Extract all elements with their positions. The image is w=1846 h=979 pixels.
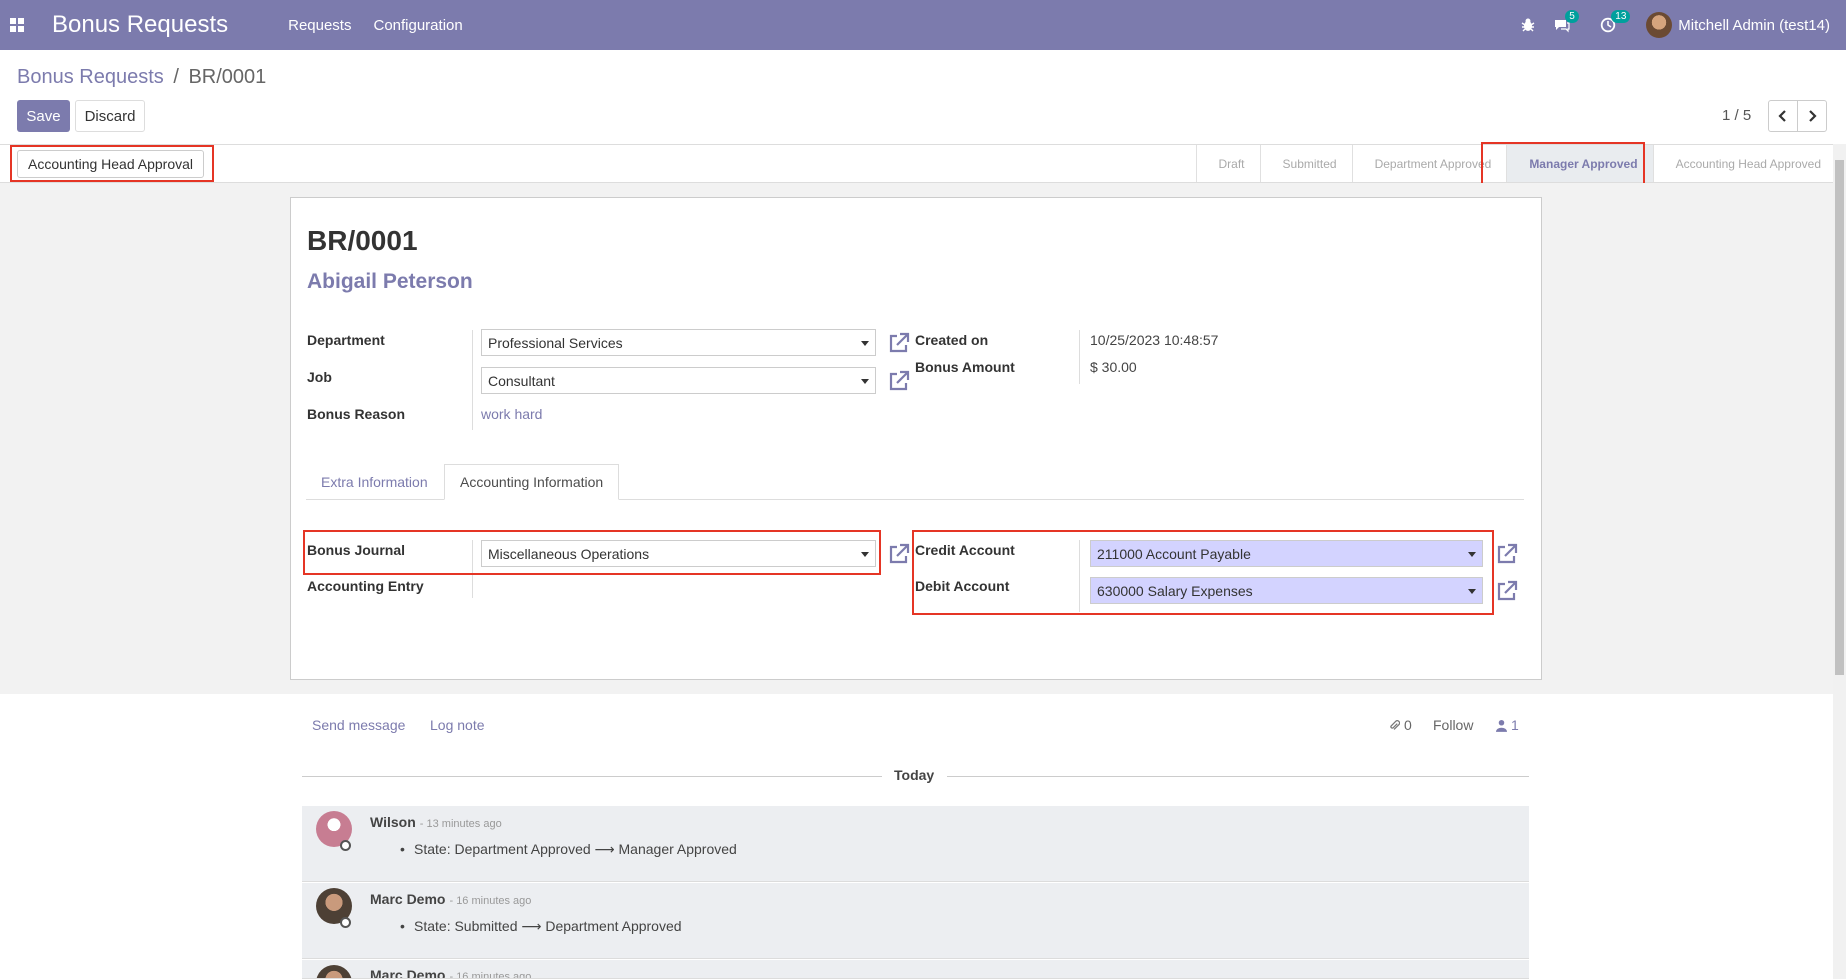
- menu-requests[interactable]: Requests: [288, 17, 351, 34]
- dropdown-caret-icon: [861, 379, 869, 384]
- job-value: Consultant: [488, 373, 555, 389]
- field-separator: [472, 330, 473, 430]
- followers-button[interactable]: 1: [1496, 717, 1519, 733]
- highlight-action-button: [10, 145, 214, 182]
- accounting-entry-label: Accounting Entry: [307, 578, 424, 594]
- stage-submitted[interactable]: Submitted: [1259, 145, 1352, 182]
- scrollbar-thumb[interactable]: [1835, 160, 1844, 675]
- bonus-amount-value: $ 30.00: [1090, 359, 1137, 375]
- message-item: Marc Demo- 16 minutes ago State: Submitt…: [302, 883, 1529, 959]
- save-button[interactable]: Save: [17, 100, 70, 132]
- status-circle-icon: [340, 840, 351, 851]
- user-avatar: [1646, 12, 1673, 38]
- message-item: Wilson- 13 minutes ago State: Department…: [302, 806, 1529, 882]
- external-link-icon[interactable]: [1496, 543, 1518, 565]
- job-select[interactable]: Consultant: [481, 367, 876, 394]
- bonus-amount-label: Bonus Amount: [915, 359, 1015, 375]
- divider-line: [302, 776, 882, 777]
- breadcrumb-current: BR/0001: [188, 66, 267, 88]
- field-separator: [1079, 330, 1080, 384]
- avatar[interactable]: [316, 965, 352, 978]
- menu-configuration[interactable]: Configuration: [373, 17, 462, 34]
- dropdown-caret-icon: [861, 341, 869, 346]
- breadcrumb-separator: /: [173, 66, 179, 88]
- user-icon: [1496, 719, 1507, 732]
- chevron-left-icon: [1778, 110, 1786, 122]
- department-value: Professional Services: [488, 335, 623, 351]
- send-message-button[interactable]: Send message: [312, 717, 405, 733]
- messages-icon[interactable]: 5: [1554, 10, 1579, 33]
- attachments-count: 0: [1404, 717, 1412, 733]
- apps-menu-icon[interactable]: [0, 0, 34, 50]
- message-author[interactable]: Wilson - 13 minutes ago: [370, 814, 502, 830]
- breadcrumb-parent-link[interactable]: Bonus Requests: [17, 66, 164, 88]
- pager-next-button[interactable]: [1797, 100, 1827, 132]
- created-on-value: 10/25/2023 10:48:57: [1090, 332, 1219, 348]
- message-author[interactable]: Marc Demo - 16 minutes ago: [370, 891, 531, 907]
- chevron-right-icon: [1809, 110, 1817, 122]
- breadcrumb: Bonus Requests / BR/0001: [17, 66, 266, 89]
- divider-line: [947, 776, 1529, 777]
- attachments-button[interactable]: 0: [1389, 717, 1412, 733]
- message-time: - 16 minutes ago: [449, 971, 532, 979]
- external-link-icon[interactable]: [888, 543, 910, 565]
- employee-name[interactable]: Abigail Peterson: [307, 270, 473, 294]
- highlight-accounts: [912, 530, 1494, 615]
- log-note-button[interactable]: Log note: [430, 717, 485, 733]
- tab-accounting-information[interactable]: Accounting Information: [444, 464, 620, 500]
- bonus-reason-label: Bonus Reason: [307, 406, 406, 422]
- external-link-icon[interactable]: [888, 332, 910, 354]
- message-item: Marc Demo - 16 minutes ago: [302, 960, 1529, 979]
- paperclip-icon: [1390, 719, 1400, 730]
- message-time: - 13 minutes ago: [419, 818, 502, 830]
- bonus-reason-value[interactable]: work hard: [481, 406, 542, 422]
- message-body: State: Submitted ⟶ Department Approved: [400, 918, 682, 935]
- record-title: BR/0001: [307, 225, 418, 256]
- job-label: Job: [307, 369, 332, 385]
- stage-accounting-head-approved[interactable]: Accounting Head Approved: [1652, 145, 1836, 182]
- department-label: Department: [307, 332, 385, 348]
- created-on-label: Created on: [915, 332, 989, 348]
- messages-badge: 5: [1565, 10, 1579, 23]
- discard-button[interactable]: Discard: [75, 100, 145, 132]
- message-author[interactable]: Marc Demo - 16 minutes ago: [370, 967, 532, 979]
- followers-count: 1: [1511, 717, 1519, 733]
- pager-previous-button[interactable]: [1768, 100, 1798, 132]
- debug-bug-icon[interactable]: [1520, 17, 1536, 33]
- tab-extra-information[interactable]: Extra Information: [306, 464, 443, 500]
- user-menu[interactable]: Mitchell Admin (test14): [1646, 12, 1830, 38]
- external-link-icon[interactable]: [1496, 580, 1518, 602]
- stage-draft[interactable]: Draft: [1195, 145, 1260, 182]
- user-name: Mitchell Admin (test14): [1678, 16, 1830, 34]
- message-body: State: Department Approved ⟶ Manager App…: [400, 841, 737, 858]
- department-select[interactable]: Professional Services: [481, 329, 876, 356]
- pager-value[interactable]: 1 / 5: [1722, 107, 1751, 124]
- top-navbar: Bonus Requests Requests Configuration 5 …: [0, 0, 1846, 50]
- scrollbar[interactable]: [1833, 144, 1846, 979]
- external-link-icon[interactable]: [888, 370, 910, 392]
- activities-badge: 13: [1611, 10, 1631, 23]
- follow-button[interactable]: Follow: [1433, 717, 1473, 733]
- status-circle-icon: [340, 917, 351, 928]
- activities-clock-icon[interactable]: 13: [1600, 10, 1631, 33]
- message-time: - 16 minutes ago: [449, 895, 532, 907]
- highlight-bonus-journal: [303, 530, 881, 575]
- today-label: Today: [894, 767, 935, 783]
- app-title[interactable]: Bonus Requests: [52, 11, 228, 39]
